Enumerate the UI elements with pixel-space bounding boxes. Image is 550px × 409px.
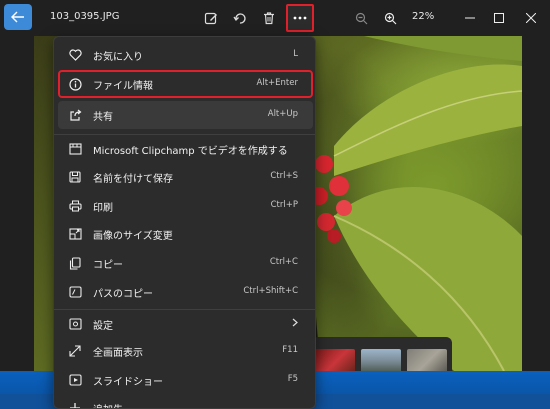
title-bar: 103_0395.JPG 22% <box>0 0 550 36</box>
minimize-icon <box>465 13 475 23</box>
menu-item-shortcut: Ctrl+P <box>270 200 298 210</box>
more-icon <box>293 16 307 20</box>
share-icon <box>68 108 82 122</box>
delete-icon <box>262 11 276 25</box>
minimize-button[interactable] <box>459 7 481 29</box>
thumbnail-strip <box>312 337 452 371</box>
menu-item-label: パスのコピー <box>93 289 153 300</box>
menu-item-shortcut: Alt+Enter <box>256 78 298 88</box>
menu-item-label: 設定 <box>93 321 113 332</box>
copy-icon <box>68 256 82 270</box>
zoom-in-icon <box>384 12 397 25</box>
file-name: 103_0395.JPG <box>50 11 120 22</box>
rotate-icon <box>233 11 247 25</box>
heart-icon <box>68 48 82 62</box>
edit-button[interactable] <box>200 7 222 29</box>
zoom-out-button[interactable] <box>350 7 372 29</box>
menu-item-print[interactable]: 印刷 Ctrl+P <box>58 192 313 220</box>
menu-item-label: お気に入り <box>93 52 143 63</box>
menu-item-copy[interactable]: コピー Ctrl+C <box>58 249 313 277</box>
menu-item-label: コピー <box>93 260 123 271</box>
back-button[interactable] <box>4 4 32 30</box>
maximize-button[interactable] <box>488 7 510 29</box>
close-button[interactable] <box>520 7 542 29</box>
menu-item-label: スライドショー <box>93 377 163 388</box>
menu-item-label: 画像のサイズ変更 <box>93 231 173 242</box>
menu-item-shortcut: F5 <box>287 374 298 384</box>
settings-icon <box>68 317 82 331</box>
resize-icon <box>68 227 82 241</box>
add-icon <box>68 401 82 408</box>
copy-path-icon <box>68 285 82 299</box>
menu-item-shortcut: Ctrl+Shift+C <box>243 286 298 296</box>
back-arrow-icon <box>11 11 25 23</box>
zoom-level: 22% <box>412 11 435 22</box>
thumbnail[interactable] <box>407 348 447 371</box>
edit-icon <box>204 11 218 25</box>
menu-item-settings[interactable]: 設定 <box>58 310 313 338</box>
menu-item-file-info[interactable]: ファイル情報 Alt+Enter <box>58 70 313 98</box>
thumbnail[interactable] <box>361 348 401 371</box>
chevron-right-icon <box>292 318 298 327</box>
menu-item-share[interactable]: 共有 Alt+Up <box>58 101 313 129</box>
menu-item-label: Microsoft Clipchamp でビデオを作成する <box>93 146 288 157</box>
menu-item-shortcut: Ctrl+C <box>269 257 298 267</box>
menu-item-shortcut: Alt+Up <box>267 109 298 119</box>
menu-item-fullscreen[interactable]: 全画面表示 F11 <box>58 337 313 365</box>
menu-item-label: 名前を付けて保存 <box>93 174 173 185</box>
print-icon <box>68 199 82 213</box>
more-options-menu: お気に入り L ファイル情報 Alt+Enter 共有 Alt+Up Micro… <box>53 36 316 409</box>
fullscreen-icon <box>68 344 82 358</box>
menu-item-shortcut: L <box>293 49 298 59</box>
menu-item-label: 全画面表示 <box>93 348 143 359</box>
menu-item-label: 追加先 <box>93 401 123 408</box>
more-options-button[interactable] <box>286 4 314 32</box>
close-icon <box>526 13 536 23</box>
menu-item-copy-path[interactable]: パスのコピー Ctrl+Shift+C <box>58 278 313 306</box>
menu-item-add-to[interactable]: 追加先 <box>58 394 313 408</box>
maximize-icon <box>494 13 504 23</box>
delete-button[interactable] <box>258 7 280 29</box>
menu-item-label: ファイル情報 <box>93 81 153 92</box>
clipchamp-icon <box>68 142 82 156</box>
menu-item-label: 共有 <box>93 112 113 123</box>
menu-item-resize-image[interactable]: 画像のサイズ変更 <box>58 220 313 248</box>
menu-item-shortcut: F11 <box>282 345 298 355</box>
menu-item-clipchamp[interactable]: Microsoft Clipchamp でビデオを作成する <box>58 135 313 163</box>
rotate-button[interactable] <box>229 7 251 29</box>
menu-item-slideshow[interactable]: スライドショー F5 <box>58 366 313 394</box>
save-icon <box>68 170 82 184</box>
zoom-out-icon <box>355 12 368 25</box>
info-icon <box>68 77 82 91</box>
thumbnail[interactable] <box>315 348 355 371</box>
menu-item-label: 印刷 <box>93 203 113 214</box>
menu-item-shortcut: Ctrl+S <box>270 171 298 181</box>
zoom-in-button[interactable] <box>379 7 401 29</box>
menu-item-save-as[interactable]: 名前を付けて保存 Ctrl+S <box>58 163 313 191</box>
menu-item-favorite[interactable]: お気に入り L <box>58 41 313 69</box>
slideshow-icon <box>68 373 82 387</box>
